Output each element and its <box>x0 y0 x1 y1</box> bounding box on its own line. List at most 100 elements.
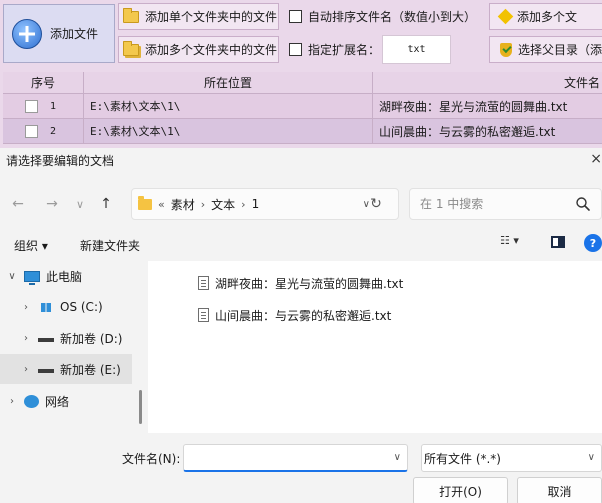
table-row[interactable]: 2 E:\素材\文本\1\ 山间晨曲：与云雾的私密邂逅.txt <box>3 119 602 144</box>
computer-icon <box>24 270 40 285</box>
auto-sort-checkbox[interactable] <box>289 10 302 23</box>
tree-item-network[interactable]: › 网络 <box>0 386 132 416</box>
folder-icon <box>138 195 152 210</box>
background-app: 添加文件 添加单个文件夹中的文件 添加多个文件夹中的文件 自动排序文件名（数值小… <box>0 0 602 148</box>
file-type-value: 所有文件 (*.*) <box>424 451 501 466</box>
tree-item-drive-e[interactable]: › 新加卷 (E:) <box>0 354 132 384</box>
up-arrow-icon[interactable]: ↑ <box>96 194 116 214</box>
recent-locations-chevron-icon[interactable]: ∨ <box>70 194 90 214</box>
chevron-right-icon[interactable]: › <box>0 302 38 313</box>
add-file-button[interactable]: 添加文件 <box>3 4 115 63</box>
close-icon[interactable]: × <box>588 148 602 170</box>
filename-combobox[interactable]: ∨ <box>183 444 408 472</box>
forward-arrow-icon[interactable]: → <box>42 194 62 214</box>
row-index-cell: 2 <box>3 119 84 144</box>
search-box[interactable] <box>409 188 602 220</box>
chevron-down-icon[interactable]: ∨ <box>394 452 401 463</box>
help-icon[interactable]: ? <box>584 234 602 252</box>
row-filename: 山间晨曲：与云雾的私密邂逅.txt <box>373 119 602 144</box>
chevron-down-icon[interactable]: ∨ <box>0 271 24 282</box>
tree-item-os-c[interactable]: › OS (C:) <box>0 292 132 322</box>
chevron-right-icon[interactable]: › <box>0 364 38 375</box>
folders-icon <box>123 40 139 56</box>
row-number: 2 <box>50 125 57 137</box>
table-row[interactable]: 1 E:\素材\文本\1\ 湖畔夜曲：星光与流萤的圆舞曲.txt <box>3 94 602 119</box>
header-filename[interactable]: 文件名 <box>373 72 602 94</box>
choose-parent-button[interactable]: 选择父目录（添 <box>489 36 602 63</box>
tree-item-label: 新加卷 (E:) <box>60 362 121 377</box>
back-arrow-icon[interactable]: ← <box>8 194 28 214</box>
header-location[interactable]: 所在位置 <box>84 72 373 94</box>
address-overflow[interactable]: « <box>158 198 165 211</box>
network-icon <box>24 394 39 408</box>
add-multi-button[interactable]: 添加多个文 <box>489 3 602 30</box>
breadcrumb-separator: › <box>200 197 206 211</box>
tree-item-drive-d[interactable]: › 新加卷 (D:) <box>0 323 132 353</box>
tree-item-label: 此电脑 <box>46 269 83 284</box>
tree-item-label: OS (C:) <box>60 300 103 314</box>
organize-menu[interactable]: 组织 ▾ <box>14 237 48 254</box>
add-multi-folder-button[interactable]: 添加多个文件夹中的文件 <box>118 36 279 63</box>
breadcrumb-segment[interactable]: 1 <box>252 197 260 211</box>
folder-icon <box>123 7 139 23</box>
extension-field[interactable]: txt <box>382 35 451 64</box>
row-location: E:\素材\文本\1\ <box>84 94 373 119</box>
list-item[interactable]: 湖畔夜曲：星光与流萤的圆舞曲.txt <box>198 273 403 293</box>
choose-parent-label: 选择父目录（添 <box>518 43 602 57</box>
row-checkbox[interactable] <box>25 99 38 113</box>
text-file-icon <box>198 308 209 322</box>
nav-scrollbar[interactable] <box>139 390 142 424</box>
specify-ext-checkbox[interactable] <box>289 43 302 56</box>
cancel-button[interactable]: 取消 <box>517 477 602 503</box>
chevron-right-icon[interactable]: › <box>0 333 38 344</box>
refresh-icon[interactable]: ↻ <box>366 194 386 214</box>
auto-sort-option[interactable]: 自动排序文件名（数值小到大） <box>289 3 476 30</box>
add-file-label: 添加文件 <box>50 27 99 41</box>
row-filename: 湖畔夜曲：星光与流萤的圆舞曲.txt <box>373 94 602 119</box>
file-type-select[interactable]: 所有文件 (*.*) ∨ <box>421 444 602 472</box>
open-button[interactable]: 打开(O) <box>413 477 508 503</box>
address-bar[interactable]: « 素材 › 文本 › 1 ∨ <box>131 188 399 220</box>
new-folder-button[interactable]: 新建文件夹 <box>80 237 140 254</box>
list-item[interactable]: 山间晨曲：与云雾的私密邂逅.txt <box>198 305 391 325</box>
row-checkbox[interactable] <box>25 124 38 138</box>
add-single-folder-button[interactable]: 添加单个文件夹中的文件 <box>118 3 279 30</box>
search-icon[interactable] <box>575 196 591 212</box>
table-header: 序号 所在位置 文件名 <box>3 72 602 94</box>
row-location: E:\素材\文本\1\ <box>84 119 373 144</box>
drive-icon <box>38 338 54 342</box>
dialog-footer: 文件名(N): ∨ 所有文件 (*.*) ∨ 打开(O) 取消 <box>0 433 602 503</box>
specify-ext-option[interactable]: 指定扩展名： <box>289 36 380 63</box>
search-input[interactable] <box>420 197 570 211</box>
chevron-right-icon[interactable]: › <box>0 396 24 407</box>
preview-pane-icon[interactable] <box>551 236 565 248</box>
breadcrumb-segment[interactable]: 素材 <box>171 196 195 213</box>
open-file-dialog: 请选择要编辑的文档 × ← → ∨ ↑ « 素材 › 文本 › 1 ∨ ↻ 组织… <box>0 148 602 503</box>
file-name: 湖畔夜曲：星光与流萤的圆舞曲.txt <box>215 276 404 291</box>
tree-item-this-pc[interactable]: ∨ 此电脑 <box>0 261 132 291</box>
navigation-pane: ∨ 此电脑 › OS (C:) › 新加卷 (D:) › 新加卷 (E:) › … <box>0 261 148 433</box>
row-number: 1 <box>50 100 57 112</box>
dialog-title: 请选择要编辑的文档 <box>6 154 115 168</box>
add-multi-right-label: 添加多个文 <box>517 10 578 24</box>
windows-drive-icon <box>41 302 51 312</box>
view-options-icon[interactable]: ☷ ▾ <box>500 234 519 247</box>
tree-item-label: 新加卷 (D:) <box>60 331 123 346</box>
plus-circle-icon <box>12 18 42 49</box>
add-multi-folder-label: 添加多个文件夹中的文件 <box>145 43 278 57</box>
tree-item-label: 网络 <box>45 394 70 409</box>
file-table: 序号 所在位置 文件名 1 E:\素材\文本\1\ 湖畔夜曲：星光与流萤的圆舞曲… <box>3 72 602 144</box>
breadcrumb-segment[interactable]: 文本 <box>211 196 235 213</box>
drive-icon <box>38 369 54 373</box>
specify-ext-label: 指定扩展名： <box>308 43 381 57</box>
add-single-folder-label: 添加单个文件夹中的文件 <box>145 10 278 24</box>
shield-check-icon <box>500 42 512 57</box>
file-list: 湖畔夜曲：星光与流萤的圆舞曲.txt 山间晨曲：与云雾的私密邂逅.txt <box>148 261 602 433</box>
diamond-icon <box>497 8 514 25</box>
filename-label: 文件名(N): <box>122 452 181 466</box>
row-index-cell: 1 <box>3 94 84 119</box>
chevron-down-icon[interactable]: ∨ <box>588 452 595 463</box>
header-index[interactable]: 序号 <box>3 72 84 94</box>
filename-field[interactable] <box>188 445 378 469</box>
auto-sort-label: 自动排序文件名（数值小到大） <box>308 10 477 24</box>
